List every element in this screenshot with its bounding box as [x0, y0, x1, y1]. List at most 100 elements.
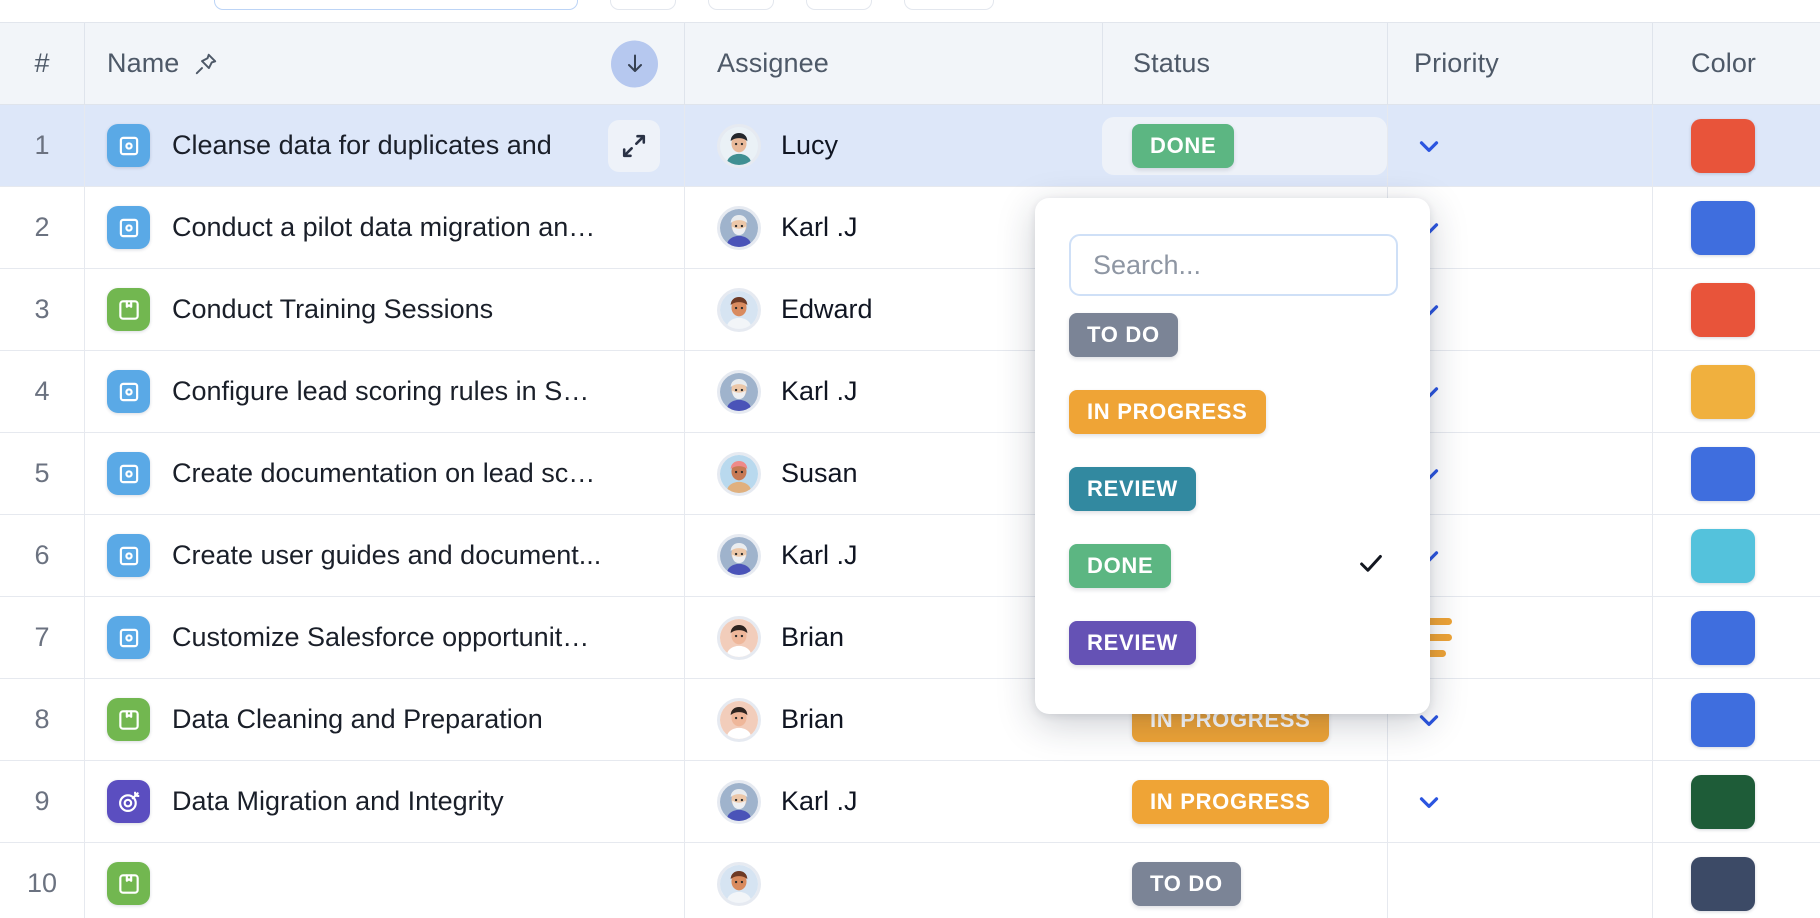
square-dot-icon — [107, 124, 150, 167]
color-cell[interactable] — [1652, 597, 1820, 678]
row-number: 2 — [34, 212, 49, 243]
task-name-cell[interactable]: Conduct a pilot data migration and... — [84, 187, 684, 268]
row-number: 8 — [34, 704, 49, 735]
color-swatch[interactable] — [1691, 283, 1755, 337]
color-cell[interactable] — [1652, 269, 1820, 350]
status-badge[interactable]: TO DO — [1132, 862, 1241, 906]
priority-cell[interactable] — [1387, 843, 1652, 918]
column-header-color[interactable]: Color — [1652, 23, 1820, 104]
status-option-list: TO DOIN PROGRESSREVIEWDONEREVIEW — [1069, 296, 1396, 681]
pin-icon[interactable] — [193, 51, 219, 77]
color-swatch[interactable] — [1691, 119, 1755, 173]
toolbar-button-1[interactable] — [610, 0, 676, 10]
task-name-cell[interactable]: Cleanse data for duplicates and — [84, 105, 684, 186]
avatar — [717, 616, 761, 660]
expand-row-icon[interactable] — [608, 120, 660, 172]
status-cell-inner[interactable]: TO DO — [1102, 855, 1387, 913]
square-dot-icon — [107, 452, 150, 495]
task-name-cell[interactable]: Data Migration and Integrity — [84, 761, 684, 842]
archive-box-icon — [107, 862, 150, 905]
status-badge[interactable]: IN PROGRESS — [1132, 780, 1329, 824]
color-cell[interactable] — [1652, 187, 1820, 268]
status-cell[interactable]: IN PROGRESS — [1102, 761, 1387, 842]
table-row[interactable]: 9Data Migration and IntegrityKarl .JIN P… — [0, 761, 1820, 843]
color-cell[interactable] — [1652, 433, 1820, 514]
task-name-cell[interactable] — [84, 843, 684, 918]
table-row[interactable]: 3Conduct Training SessionsEdward — [0, 269, 1820, 351]
table-row[interactable]: 2Conduct a pilot data migration and...Ka… — [0, 187, 1820, 269]
status-option[interactable]: TO DO — [1069, 296, 1398, 373]
color-swatch[interactable] — [1691, 447, 1755, 501]
task-name-cell[interactable]: Data Cleaning and Preparation — [84, 679, 684, 760]
priority-cell[interactable] — [1387, 761, 1652, 842]
table-row[interactable]: 10 TO DO — [0, 843, 1820, 918]
status-badge[interactable]: DONE — [1132, 124, 1234, 168]
task-name-cell[interactable]: Create documentation on lead sco... — [84, 433, 684, 514]
toolbar-button-4[interactable] — [904, 0, 994, 10]
color-cell[interactable] — [1652, 679, 1820, 760]
table-row[interactable]: 1Cleanse data for duplicates andLucyDONE — [0, 105, 1820, 187]
table-row[interactable]: 4Configure lead scoring rules in Sal...K… — [0, 351, 1820, 433]
avatar — [717, 534, 761, 578]
status-option[interactable]: DONE — [1069, 527, 1398, 604]
assignee-cell[interactable]: Karl .J — [684, 761, 1102, 842]
toolbar-search-input[interactable] — [214, 0, 578, 10]
status-option-badge: DONE — [1069, 544, 1171, 588]
color-cell[interactable] — [1652, 843, 1820, 918]
table-row[interactable]: 7Customize Salesforce opportunity ...Bri… — [0, 597, 1820, 679]
row-number: 10 — [27, 868, 57, 899]
table-header-row: # Name Assignee — [0, 23, 1820, 105]
assignee-cell[interactable] — [684, 843, 1102, 918]
color-cell[interactable] — [1652, 351, 1820, 432]
column-header-number[interactable]: # — [0, 23, 84, 104]
task-name-cell[interactable]: Conduct Training Sessions — [84, 269, 684, 350]
table-row[interactable]: 5Create documentation on lead sco...Susa… — [0, 433, 1820, 515]
archive-box-icon — [107, 288, 150, 331]
column-header-status[interactable]: Status — [1102, 23, 1387, 104]
column-header-assignee[interactable]: Assignee — [684, 23, 1102, 104]
table-row[interactable]: 8Data Cleaning and PreparationBrianIN PR… — [0, 679, 1820, 761]
task-name-cell[interactable]: Customize Salesforce opportunity ... — [84, 597, 684, 678]
avatar — [717, 862, 761, 906]
color-swatch[interactable] — [1691, 529, 1755, 583]
toolbar-button-2[interactable] — [708, 0, 774, 10]
table-row[interactable]: 6 Create user guides and document... Karl … — [0, 515, 1820, 597]
row-number: 6 — [34, 540, 49, 571]
priority-chevron-down-icon[interactable] — [1414, 131, 1444, 161]
row-number-cell: 5 — [0, 433, 84, 514]
status-option[interactable]: IN PROGRESS — [1069, 373, 1398, 450]
toolbar-button-3[interactable] — [806, 0, 872, 10]
status-cell[interactable]: TO DO — [1102, 843, 1387, 918]
assignee-name: Karl .J — [781, 376, 858, 407]
column-header-priority[interactable]: Priority — [1387, 23, 1652, 104]
color-swatch[interactable] — [1691, 693, 1755, 747]
color-swatch[interactable] — [1691, 201, 1755, 255]
status-cell-inner[interactable]: IN PROGRESS — [1102, 773, 1387, 831]
color-swatch[interactable] — [1691, 611, 1755, 665]
status-option[interactable]: REVIEW — [1069, 450, 1398, 527]
status-cell-inner[interactable]: DONE — [1102, 117, 1387, 175]
tasks-table: # Name Assignee — [0, 22, 1820, 918]
avatar — [717, 124, 761, 168]
task-name-cell[interactable]: Configure lead scoring rules in Sal... — [84, 351, 684, 432]
color-cell[interactable] — [1652, 515, 1820, 596]
assignee-cell[interactable]: Lucy — [684, 105, 1102, 186]
column-header-number-label: # — [34, 48, 49, 79]
status-option[interactable]: REVIEW — [1069, 604, 1398, 681]
column-header-status-label: Status — [1133, 48, 1210, 79]
status-cell[interactable]: DONE — [1102, 105, 1387, 186]
color-swatch[interactable] — [1691, 775, 1755, 829]
color-swatch[interactable] — [1691, 857, 1755, 911]
task-name-cell[interactable]: Create user guides and document... — [84, 515, 684, 596]
color-cell[interactable] — [1652, 761, 1820, 842]
priority-cell[interactable] — [1387, 105, 1652, 186]
square-dot-icon — [107, 616, 150, 659]
assignee-name: Karl .J — [781, 540, 858, 571]
color-swatch[interactable] — [1691, 365, 1755, 419]
sort-descending-button[interactable] — [611, 40, 658, 87]
color-cell[interactable] — [1652, 105, 1820, 186]
column-header-name[interactable]: Name — [84, 23, 684, 104]
priority-chevron-down-icon[interactable] — [1414, 787, 1444, 817]
status-search-input[interactable] — [1069, 234, 1398, 296]
row-number-cell: 10 — [0, 843, 84, 918]
